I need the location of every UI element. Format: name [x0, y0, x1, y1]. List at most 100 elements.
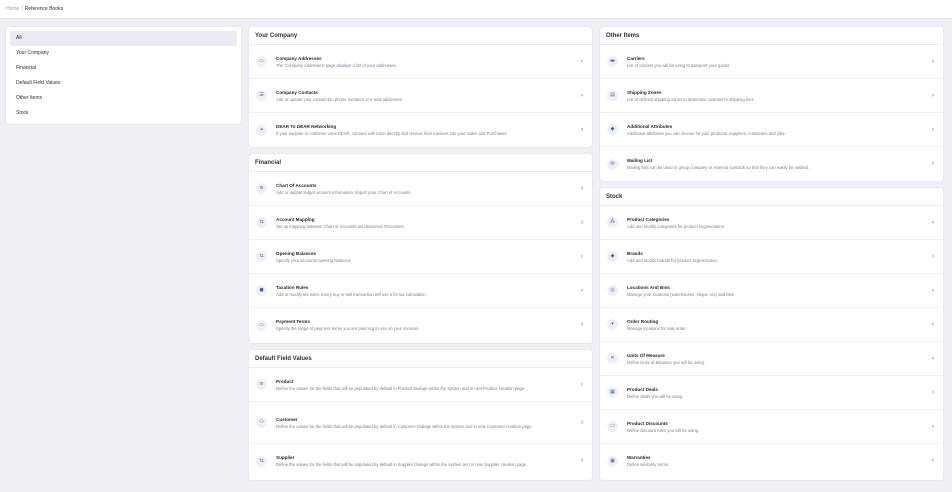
chevron-right-icon: › — [581, 92, 583, 99]
list-item-dear-networking[interactable]: ⚭ DEAR To DEAR Networking If your supplie… — [249, 113, 592, 147]
list-item-company-addresses[interactable]: ▭ Company Addresses The 'Company Addresse… — [249, 45, 592, 79]
chevron-right-icon: › — [932, 287, 934, 294]
nav-item-all[interactable]: All — [10, 31, 237, 46]
categories-icon: ⁂ — [607, 217, 618, 228]
list-item-product-discounts[interactable]: ▭ Product Discounts Define discount rules… — [600, 410, 943, 444]
chevron-right-icon: › — [581, 185, 583, 192]
list-item-product-categories[interactable]: ⁂ Product Categories Add and modify categ… — [600, 206, 943, 240]
item-description: Set up mapping between Chart of Accounts… — [276, 223, 405, 229]
chevron-right-icon: › — [581, 419, 583, 426]
list-item-locations-and-bins[interactable]: ◎ Locations And Bins Manage your location… — [600, 274, 943, 308]
section-title: Stock — [600, 188, 943, 206]
item-description: Define discount rules you will be using. — [627, 427, 700, 433]
item-title: Warranties — [627, 455, 651, 460]
item-description: The 'Company Addresses' page displays a … — [276, 62, 397, 68]
nav-item-other-items[interactable]: Other Items — [10, 91, 237, 106]
payment-icon: ▭ — [256, 319, 267, 331]
chevron-right-icon: › — [581, 458, 583, 464]
list-icon: ≡ — [256, 183, 267, 194]
category-nav: All Your Company Financial Default Field… — [6, 27, 241, 124]
list-item-chart-of-accounts[interactable]: ≡ Chart Of Accounts Add or update ledger … — [249, 172, 592, 206]
item-description: Add or modify tax rules. Every buy or se… — [276, 291, 426, 297]
list-item-mailing-list[interactable]: ✉ Mailing List Mailing lists can be used … — [600, 147, 943, 181]
item-description: Specify the range of payment terms you a… — [276, 326, 420, 331]
item-description: Additional attributes you can choose for… — [627, 130, 786, 136]
chevron-right-icon: › — [581, 322, 583, 328]
list-item-additional-attributes[interactable]: ◆ Additional Attributes Additional attrib… — [600, 113, 943, 147]
tag-icon: ◆ — [607, 251, 618, 262]
list-item-product-defaults[interactable]: ≡ Product Define the values for the field… — [249, 368, 592, 402]
supplier-icon: ⇆ — [256, 455, 267, 467]
item-description: List of carriers you will be using to tr… — [627, 62, 730, 68]
item-description: Add and modify brands for product segmen… — [627, 257, 718, 263]
chevron-right-icon: › — [581, 287, 583, 294]
list-item-company-contacts[interactable]: ☰ Company Contacts Add or update your con… — [249, 79, 592, 113]
chevron-right-icon: › — [932, 126, 934, 133]
item-title: Supplier — [276, 455, 295, 460]
item-description: If your supplier or customer uses DEAR, … — [276, 131, 508, 136]
item-title: Shipping Zones — [627, 89, 662, 95]
chevron-right-icon: › — [581, 127, 583, 133]
item-description: Define deals you will be using. — [627, 393, 684, 399]
item-description: Define the values for the fields that wi… — [276, 462, 528, 467]
item-description: Add and modify categories for product se… — [627, 223, 725, 229]
chevron-right-icon: › — [581, 381, 583, 388]
list-item-order-routing[interactable]: ▾ Order Routing Manage locations for sale… — [600, 308, 943, 342]
mapping-icon: ⇆ — [256, 217, 267, 228]
item-title: Chart Of Accounts — [276, 182, 317, 188]
item-description: Mailing lists can be used to group compa… — [627, 165, 810, 170]
item-title: Customer — [276, 416, 298, 422]
item-title: Payment Terms — [276, 319, 310, 324]
shipping-zone-icon: ▤ — [607, 90, 618, 101]
list-item-payment-terms[interactable]: ▭ Payment Terms Specify the range of paym… — [249, 308, 592, 342]
tax-icon: ● — [256, 285, 267, 296]
list-item-account-mapping[interactable]: ⇆ Account Mapping Set up mapping between … — [249, 206, 592, 240]
item-title: Order Routing — [627, 318, 659, 324]
nav-item-financial[interactable]: Financial — [10, 61, 237, 76]
item-description: List of defined shipping zones to determ… — [627, 96, 754, 102]
nav-item-your-company[interactable]: Your Company — [10, 46, 237, 61]
chevron-right-icon: › — [932, 355, 934, 362]
nav-item-stock[interactable]: Stock — [10, 106, 237, 121]
other-items-section: Other Items ▬ Carriers List of carriers y… — [600, 27, 943, 181]
list-item-warranties[interactable]: ▣ Warranties Define warranty terms. › — [600, 444, 943, 478]
item-description: Add or update ledger account information… — [276, 189, 411, 195]
item-title: Product Deals — [627, 386, 658, 392]
breadcrumb-home[interactable]: Home — [6, 6, 19, 12]
section-title: Your Company — [249, 27, 592, 45]
item-title: Mailing List — [627, 158, 653, 163]
list-item-units-of-measure[interactable]: ✕ Units Of Measure Define Units of Measur… — [600, 342, 943, 376]
list-item-opening-balances[interactable]: ⇆ Opening Balances Specify your accounts … — [249, 240, 592, 274]
item-title: Units Of Measure — [627, 352, 665, 358]
chevron-right-icon: › — [581, 253, 583, 260]
section-title: Financial — [249, 154, 592, 172]
breadcrumb-current: Reference Books — [24, 6, 64, 12]
list-item-product-deals[interactable]: ▦ Product Deals Define deals you will be … — [600, 376, 943, 410]
map-icon: ▭ — [256, 56, 267, 67]
item-title: Company Addresses — [276, 55, 322, 61]
item-title: Product — [276, 378, 294, 384]
chevron-right-icon: › — [581, 58, 583, 65]
list-item-carriers[interactable]: ▬ Carriers List of carriers you will be u… — [600, 45, 943, 79]
list-item-taxation-rules[interactable]: ● Taxation Rules Add or modify tax rules.… — [249, 274, 592, 308]
list-item-brands[interactable]: ◆ Brands Add and modify brands for produc… — [600, 240, 943, 274]
item-title: Account Mapping — [276, 216, 315, 222]
item-description: Define the values for the fields that wi… — [276, 423, 533, 429]
attributes-icon: ◆ — [607, 124, 618, 135]
default-field-values-section: Default Field Values ≡ Product Define the… — [249, 350, 592, 480]
list-item-shipping-zones[interactable]: ▤ Shipping Zones List of defined shipping… — [600, 79, 943, 113]
item-title: Additional Attributes — [627, 123, 673, 129]
item-description: Add or update your contact list, phone n… — [276, 96, 402, 102]
nav-item-default-field-values[interactable]: Default Field Values — [10, 76, 237, 91]
customer-icon: ⚇ — [256, 417, 267, 428]
list-item-customer-defaults[interactable]: ⚇ Customer Define the values for the fiel… — [249, 402, 592, 444]
chevron-right-icon: › — [932, 423, 934, 430]
item-title: Opening Balances — [276, 250, 317, 256]
item-description: Manage your locations (warehouses, shops… — [627, 291, 735, 297]
list-item-supplier-defaults[interactable]: ⇆ Supplier Define the values for the fiel… — [249, 444, 592, 478]
item-title: Brands — [627, 250, 643, 256]
truck-icon: ▬ — [607, 56, 618, 67]
item-description: Define Units of Measure you will be usin… — [627, 359, 705, 365]
product-icon: ≡ — [256, 379, 267, 390]
your-company-section: Your Company ▭ Company Addresses The 'Com… — [249, 27, 592, 147]
